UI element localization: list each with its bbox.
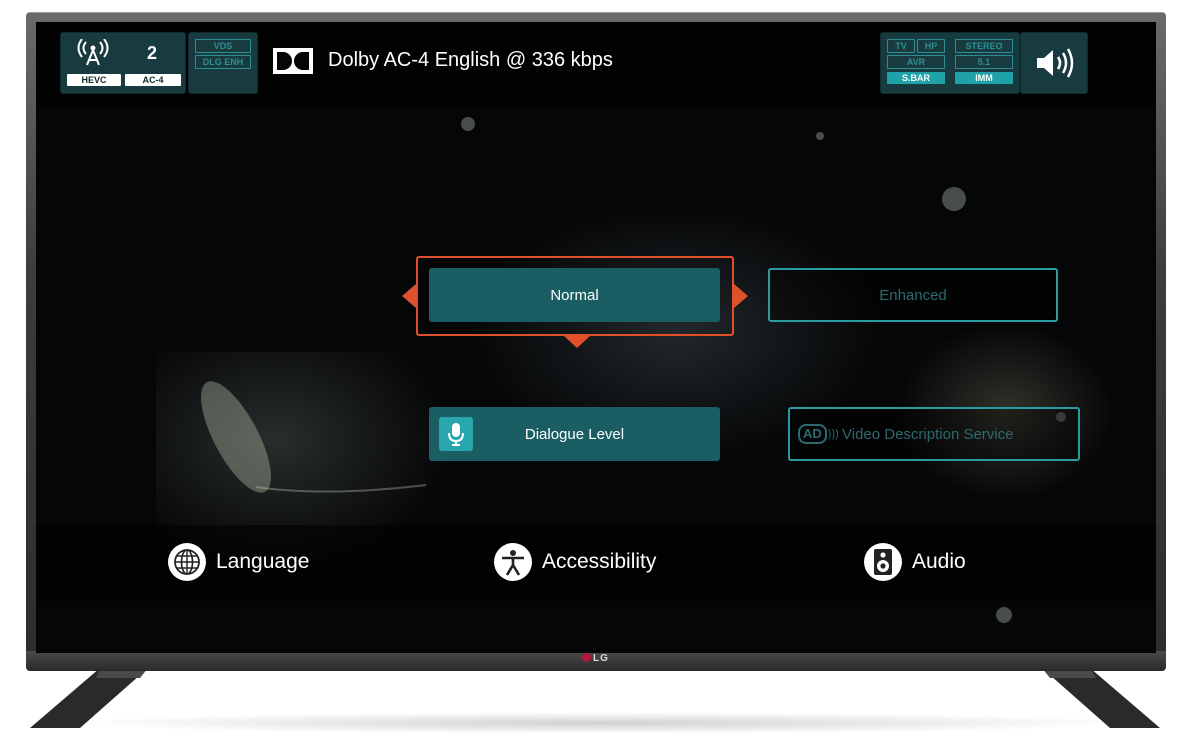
nav-language[interactable]: Language — [168, 542, 309, 582]
mode-stereo-badge: STEREO — [955, 39, 1013, 53]
signal-info-box: 2 HEVC AC-4 — [60, 32, 186, 94]
channel-number: 2 — [147, 43, 158, 63]
dialogue-level-button[interactable]: Dialogue Level — [429, 407, 720, 461]
globe-icon — [168, 543, 206, 581]
audio-description-icon: AD ))) — [798, 422, 839, 446]
nav-audio-label: Audio — [912, 550, 966, 573]
audio-codec-badge: AC-4 — [125, 74, 181, 86]
tv-foot-right — [1042, 668, 1160, 728]
output-soundbar-badge: S.BAR — [887, 72, 945, 84]
nav-audio[interactable]: Audio — [864, 542, 966, 582]
tv-brand-logo: LG — [582, 653, 609, 664]
microphone-icon — [448, 423, 464, 446]
tv-stand-shadow — [60, 712, 1140, 734]
video-description-label: Video Description Service — [842, 425, 1014, 443]
nav-accessibility[interactable]: Accessibility — [494, 542, 656, 582]
person-icon — [494, 543, 532, 581]
dolby-logo — [273, 48, 313, 74]
audio-stream-title: Dolby AC-4 English @ 336 kbps — [328, 49, 613, 71]
output-hp-badge: HP — [917, 39, 945, 53]
normal-label: Normal — [550, 286, 599, 304]
video-description-button[interactable]: AD ))) Video Description Service — [788, 407, 1080, 461]
antenna-icon — [77, 39, 109, 65]
selection-arrow-right — [734, 284, 748, 308]
speaker-icon — [1037, 48, 1074, 78]
dialogue-level-label: Dialogue Level — [524, 425, 625, 443]
output-tv-badge: TV — [887, 39, 915, 53]
speaker-box-icon — [864, 543, 902, 581]
selection-arrow-down — [564, 336, 590, 348]
tv-foot-left — [30, 668, 148, 728]
background-particle — [816, 132, 824, 140]
feature-box: VDS DLG ENH — [188, 32, 258, 94]
mode-51-badge: 5.1 — [955, 55, 1013, 69]
enhanced-button[interactable]: Enhanced — [768, 268, 1058, 322]
microphone-icon-tile — [439, 417, 473, 451]
dialogue-enhance-badge: DLG ENH — [195, 55, 251, 69]
nav-language-label: Language — [216, 550, 310, 573]
output-mode-box: TV HP AVR S.BAR STEREO 5.1 IMM — [880, 32, 1020, 94]
background-particle — [461, 117, 475, 131]
background-particle — [996, 607, 1012, 623]
vds-badge: VDS — [195, 39, 251, 53]
normal-button[interactable]: Normal — [429, 268, 720, 322]
selection-arrow-left — [402, 284, 416, 308]
enhanced-label: Enhanced — [879, 286, 947, 304]
tv-screen: 2 HEVC AC-4 VDS DLG ENH Dolby AC-4 Engli… — [36, 22, 1156, 653]
mode-immersive-badge: IMM — [955, 72, 1013, 84]
nav-accessibility-label: Accessibility — [542, 550, 657, 573]
background-plankton — [201, 381, 427, 493]
background-particle — [942, 187, 966, 211]
output-avr-badge: AVR — [887, 55, 945, 69]
video-codec-badge: HEVC — [67, 74, 121, 86]
volume-box[interactable] — [1020, 32, 1088, 94]
